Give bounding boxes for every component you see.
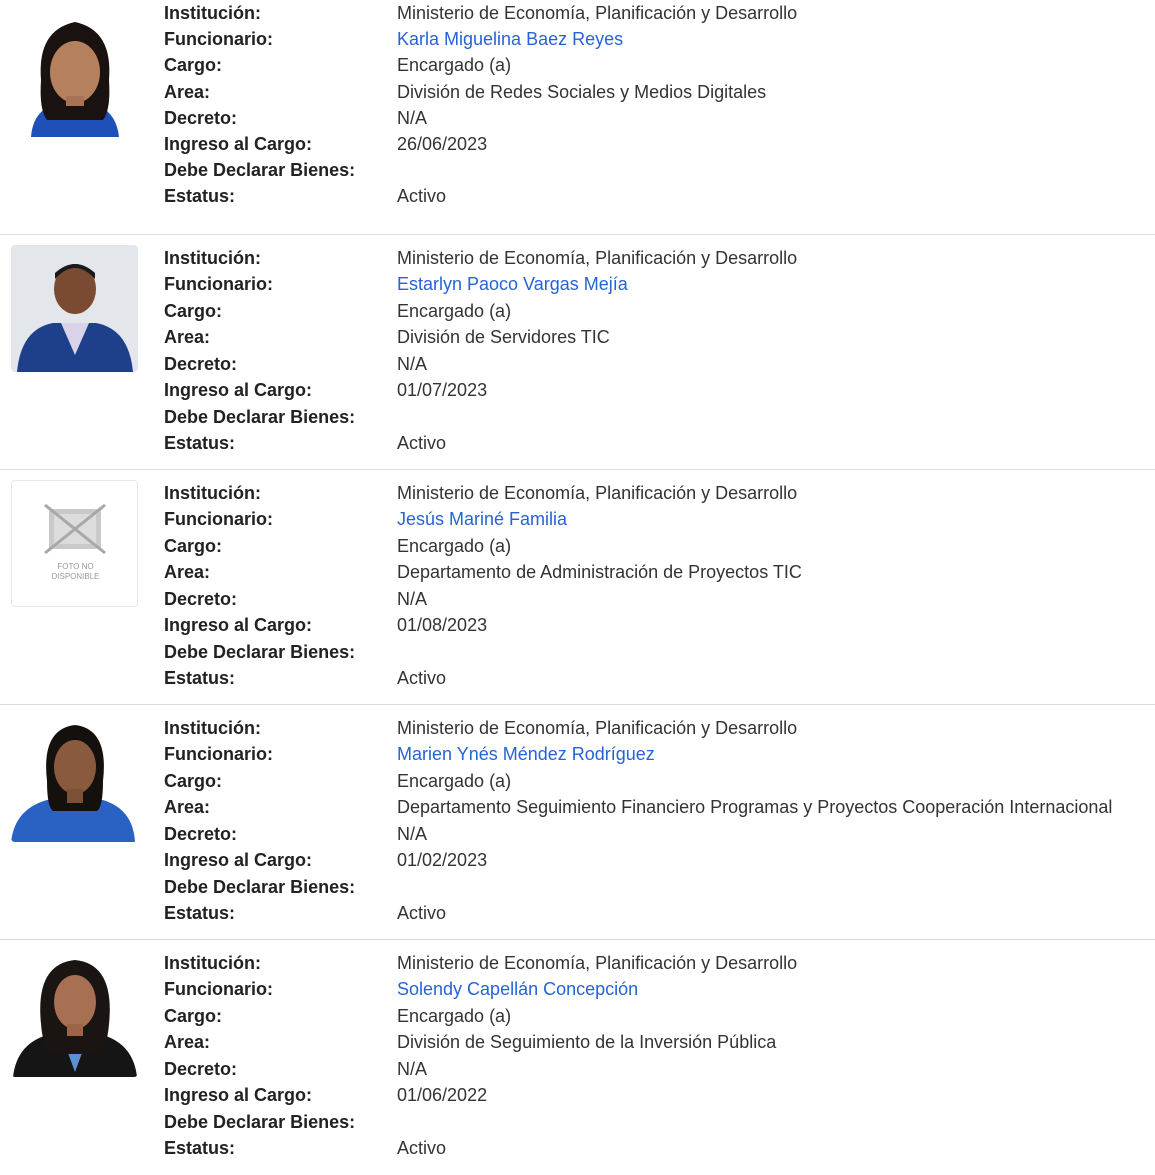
label-area: Area: [164, 1032, 211, 1052]
official-record: Institución: Ministerio de Economía, Plan… [0, 0, 1155, 235]
label-cargo: Cargo: [164, 1006, 222, 1026]
label-ingreso: Ingreso al Cargo: [164, 850, 313, 870]
value-institucion: Ministerio de Economía, Planificación y … [397, 483, 798, 503]
label-ingreso: Ingreso al Cargo: [164, 380, 313, 400]
official-photo [11, 245, 138, 372]
label-decreto: Decreto: [164, 1059, 238, 1079]
value-ingreso: 01/02/2023 [397, 850, 488, 870]
label-estatus: Estatus: [164, 186, 236, 206]
value-cargo: Encargado (a) [397, 771, 512, 791]
label-funcionario: Funcionario: [164, 29, 273, 49]
label-area: Area: [164, 797, 211, 817]
value-institucion: Ministerio de Economía, Planificación y … [397, 3, 798, 23]
label-funcionario: Funcionario: [164, 744, 273, 764]
value-cargo: Encargado (a) [397, 55, 512, 75]
value-estatus: Activo [397, 1138, 447, 1158]
official-name-link[interactable]: Jesús Mariné Familia [397, 506, 567, 532]
value-cargo: Encargado (a) [397, 536, 512, 556]
label-cargo: Cargo: [164, 301, 222, 321]
label-cargo: Cargo: [164, 536, 222, 556]
value-cargo: Encargado (a) [397, 1006, 512, 1026]
value-estatus: Activo [397, 186, 447, 206]
value-area: División de Redes Sociales y Medios Digi… [397, 82, 767, 102]
value-estatus: Activo [397, 903, 447, 923]
value-estatus: Activo [397, 668, 447, 688]
value-ingreso: 26/06/2023 [397, 134, 488, 154]
label-decreto: Decreto: [164, 589, 238, 609]
no-photo-line1: FOTO NO [57, 562, 93, 571]
official-name-link[interactable]: Karla Miguelina Baez Reyes [397, 26, 623, 52]
label-cargo: Cargo: [164, 771, 222, 791]
label-ingreso: Ingreso al Cargo: [164, 134, 313, 154]
value-area: División de Seguimiento de la Inversión … [397, 1032, 777, 1052]
label-institucion: Institución: [164, 718, 261, 738]
value-institucion: Ministerio de Economía, Planificación y … [397, 953, 798, 973]
label-institucion: Institución: [164, 3, 261, 23]
value-area: División de Servidores TIC [397, 327, 610, 347]
label-funcionario: Funcionario: [164, 274, 273, 294]
label-institucion: Institución: [164, 953, 261, 973]
label-declarar: Debe Declarar Bienes: [164, 1112, 356, 1132]
official-name-link[interactable]: Estarlyn Paoco Vargas Mejía [397, 271, 628, 297]
value-estatus: Activo [397, 433, 447, 453]
label-area: Area: [164, 327, 211, 347]
label-area: Area: [164, 562, 211, 582]
label-declarar: Debe Declarar Bienes: [164, 877, 356, 897]
no-photo-line2: DISPONIBLE [51, 572, 99, 581]
value-ingreso: 01/07/2023 [397, 380, 488, 400]
value-ingreso: 01/08/2023 [397, 615, 488, 635]
official-photo [11, 10, 138, 137]
officials-list: Institución: Ministerio de Economía, Plan… [0, 0, 1155, 1175]
label-funcionario: Funcionario: [164, 509, 273, 529]
official-record: Institución: Ministerio de Economía, Plan… [0, 705, 1155, 940]
official-name-link[interactable]: Solendy Capellán Concepción [397, 976, 638, 1002]
label-ingreso: Ingreso al Cargo: [164, 1085, 313, 1105]
no-photo-icon: FOTO NO DISPONIBLE [12, 481, 137, 606]
value-decreto: N/A [397, 354, 428, 374]
label-declarar: Debe Declarar Bienes: [164, 160, 356, 180]
label-funcionario: Funcionario: [164, 979, 273, 999]
label-decreto: Decreto: [164, 108, 238, 128]
label-decreto: Decreto: [164, 824, 238, 844]
label-estatus: Estatus: [164, 1138, 236, 1158]
label-declarar: Debe Declarar Bienes: [164, 642, 356, 662]
label-ingreso: Ingreso al Cargo: [164, 615, 313, 635]
label-cargo: Cargo: [164, 55, 222, 75]
value-institucion: Ministerio de Economía, Planificación y … [397, 248, 798, 268]
value-area: Departamento Seguimiento Financiero Prog… [397, 797, 1113, 817]
value-decreto: N/A [397, 1059, 428, 1079]
label-estatus: Estatus: [164, 668, 236, 688]
label-declarar: Debe Declarar Bienes: [164, 407, 356, 427]
value-decreto: N/A [397, 589, 428, 609]
official-record: FOTO NO DISPONIBLE Institución: Ministeri… [0, 470, 1155, 705]
label-decreto: Decreto: [164, 354, 238, 374]
label-estatus: Estatus: [164, 903, 236, 923]
value-institucion: Ministerio de Economía, Planificación y … [397, 718, 798, 738]
value-decreto: N/A [397, 108, 428, 128]
official-name-link[interactable]: Marien Ynés Méndez Rodríguez [397, 741, 655, 767]
official-photo [11, 950, 138, 1077]
label-estatus: Estatus: [164, 433, 236, 453]
value-cargo: Encargado (a) [397, 301, 512, 321]
value-area: Departamento de Administración de Proyec… [397, 562, 802, 582]
label-institucion: Institución: [164, 483, 261, 503]
photo-unavailable-placeholder: FOTO NO DISPONIBLE [11, 480, 138, 607]
official-record: Institución: Ministerio de Economía, Plan… [0, 235, 1155, 470]
label-area: Area: [164, 82, 211, 102]
label-institucion: Institución: [164, 248, 261, 268]
official-record: Institución: Ministerio de Economía, Plan… [0, 940, 1155, 1175]
value-decreto: N/A [397, 824, 428, 844]
official-photo [11, 715, 138, 842]
value-ingreso: 01/06/2022 [397, 1085, 488, 1105]
